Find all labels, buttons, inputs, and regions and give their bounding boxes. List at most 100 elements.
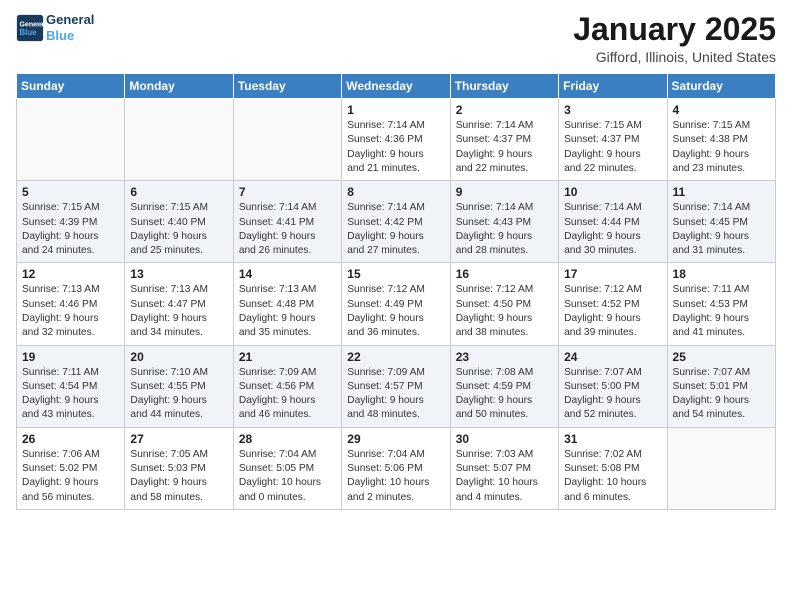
day-number: 28 <box>239 432 336 446</box>
header-day-monday: Monday <box>125 74 233 99</box>
calendar-cell: 3 Sunrise: 7:15 AMSunset: 4:37 PMDaylight… <box>559 99 667 181</box>
day-number: 27 <box>130 432 227 446</box>
calendar-subtitle: Gifford, Illinois, United States <box>573 49 776 65</box>
calendar-cell: 7 Sunrise: 7:14 AMSunset: 4:41 PMDaylight… <box>233 181 341 263</box>
header-day-tuesday: Tuesday <box>233 74 341 99</box>
day-number: 3 <box>564 103 661 117</box>
day-info: Sunrise: 7:14 AMSunset: 4:41 PMDaylight:… <box>239 201 336 258</box>
day-number: 9 <box>456 185 553 199</box>
day-number: 30 <box>456 432 553 446</box>
day-info: Sunrise: 7:15 AMSunset: 4:40 PMDaylight:… <box>130 201 227 258</box>
calendar-cell: 15 Sunrise: 7:12 AMSunset: 4:49 PMDayligh… <box>342 263 450 345</box>
calendar-cell: 1Sunrise: 7:14 AMSunset: 4:36 PMDaylight… <box>342 99 450 181</box>
day-number: 29 <box>347 432 444 446</box>
logo-line1: General <box>46 12 94 28</box>
day-number: 25 <box>673 350 770 364</box>
header-day-saturday: Saturday <box>667 74 775 99</box>
day-number: 18 <box>673 267 770 281</box>
day-number: 1 <box>347 103 444 117</box>
logo-icon: General Blue <box>16 14 44 42</box>
day-number: 15 <box>347 267 444 281</box>
calendar-cell: 26 Sunrise: 7:06 AMSunset: 5:02 PMDayligh… <box>17 427 125 509</box>
calendar-cell: 27Sunrise: 7:05 AMSunset: 5:03 PMDayligh… <box>125 427 233 509</box>
day-number: 12 <box>22 267 119 281</box>
day-info: Sunrise: 7:06 AMSunset: 5:02 PMDaylight:… <box>22 448 119 505</box>
calendar-cell: 29 Sunrise: 7:04 AMSunset: 5:06 PMDayligh… <box>342 427 450 509</box>
header: General Blue General Blue January 2025 G… <box>16 12 776 65</box>
calendar-cell: 11 Sunrise: 7:14 AMSunset: 4:45 PMDayligh… <box>667 181 775 263</box>
day-number: 11 <box>673 185 770 199</box>
calendar-cell: 6 Sunrise: 7:15 AMSunset: 4:40 PMDaylight… <box>125 181 233 263</box>
day-info: Sunrise: 7:14 AMSunset: 4:45 PMDaylight:… <box>673 201 770 258</box>
calendar-cell: 31Sunrise: 7:02 AMSunset: 5:08 PMDayligh… <box>559 427 667 509</box>
header-day-wednesday: Wednesday <box>342 74 450 99</box>
day-number: 2 <box>456 103 553 117</box>
calendar-cell <box>667 427 775 509</box>
header-day-sunday: Sunday <box>17 74 125 99</box>
day-info: Sunrise: 7:04 AMSunset: 5:05 PMDaylight:… <box>239 448 336 505</box>
day-info: Sunrise: 7:03 AMSunset: 5:07 PMDaylight:… <box>456 448 553 505</box>
day-number: 10 <box>564 185 661 199</box>
day-number: 7 <box>239 185 336 199</box>
calendar-cell: 17 Sunrise: 7:12 AMSunset: 4:52 PMDayligh… <box>559 263 667 345</box>
day-number: 5 <box>22 185 119 199</box>
day-number: 22 <box>347 350 444 364</box>
calendar-cell <box>17 99 125 181</box>
day-info: Sunrise: 7:11 AMSunset: 4:53 PMDaylight:… <box>673 283 770 340</box>
calendar-cell: 21Sunrise: 7:09 AMSunset: 4:56 PMDayligh… <box>233 345 341 427</box>
day-number: 24 <box>564 350 661 364</box>
day-number: 31 <box>564 432 661 446</box>
header-day-thursday: Thursday <box>450 74 558 99</box>
calendar-cell <box>233 99 341 181</box>
calendar-cell: 8 Sunrise: 7:14 AMSunset: 4:42 PMDaylight… <box>342 181 450 263</box>
calendar-body: 1Sunrise: 7:14 AMSunset: 4:36 PMDaylight… <box>17 99 776 510</box>
day-info: Sunrise: 7:13 AMSunset: 4:48 PMDaylight:… <box>239 283 336 340</box>
calendar-cell: 5 Sunrise: 7:15 AMSunset: 4:39 PMDaylight… <box>17 181 125 263</box>
calendar-cell: 20 Sunrise: 7:10 AMSunset: 4:55 PMDayligh… <box>125 345 233 427</box>
logo: General Blue General Blue <box>16 12 94 43</box>
day-number: 26 <box>22 432 119 446</box>
day-info: Sunrise: 7:07 AMSunset: 5:00 PMDaylight:… <box>564 366 661 423</box>
week-row-2: 5 Sunrise: 7:15 AMSunset: 4:39 PMDaylight… <box>17 181 776 263</box>
calendar-cell: 2 Sunrise: 7:14 AMSunset: 4:37 PMDaylight… <box>450 99 558 181</box>
day-info: Sunrise: 7:08 AMSunset: 4:59 PMDaylight:… <box>456 366 553 423</box>
day-number: 16 <box>456 267 553 281</box>
header-row: SundayMondayTuesdayWednesdayThursdayFrid… <box>17 74 776 99</box>
week-row-1: 1Sunrise: 7:14 AMSunset: 4:36 PMDaylight… <box>17 99 776 181</box>
day-info: Sunrise: 7:14 AMSunset: 4:42 PMDaylight:… <box>347 201 444 258</box>
day-number: 8 <box>347 185 444 199</box>
calendar-cell: 23 Sunrise: 7:08 AMSunset: 4:59 PMDayligh… <box>450 345 558 427</box>
calendar-cell: 18 Sunrise: 7:11 AMSunset: 4:53 PMDayligh… <box>667 263 775 345</box>
calendar-cell: 13Sunrise: 7:13 AMSunset: 4:47 PMDayligh… <box>125 263 233 345</box>
day-info: Sunrise: 7:13 AMSunset: 4:47 PMDaylight:… <box>130 283 227 340</box>
calendar-header: SundayMondayTuesdayWednesdayThursdayFrid… <box>17 74 776 99</box>
day-number: 6 <box>130 185 227 199</box>
day-number: 23 <box>456 350 553 364</box>
day-info: Sunrise: 7:12 AMSunset: 4:49 PMDaylight:… <box>347 283 444 340</box>
day-number: 17 <box>564 267 661 281</box>
calendar-cell: 22Sunrise: 7:09 AMSunset: 4:57 PMDayligh… <box>342 345 450 427</box>
calendar-title: January 2025 <box>573 12 776 47</box>
day-info: Sunrise: 7:14 AMSunset: 4:44 PMDaylight:… <box>564 201 661 258</box>
day-info: Sunrise: 7:12 AMSunset: 4:52 PMDaylight:… <box>564 283 661 340</box>
day-number: 4 <box>673 103 770 117</box>
calendar-cell: 25Sunrise: 7:07 AMSunset: 5:01 PMDayligh… <box>667 345 775 427</box>
day-info: Sunrise: 7:15 AMSunset: 4:39 PMDaylight:… <box>22 201 119 258</box>
day-info: Sunrise: 7:14 AMSunset: 4:37 PMDaylight:… <box>456 119 553 176</box>
day-info: Sunrise: 7:15 AMSunset: 4:37 PMDaylight:… <box>564 119 661 176</box>
day-info: Sunrise: 7:10 AMSunset: 4:55 PMDaylight:… <box>130 366 227 423</box>
week-row-3: 12Sunrise: 7:13 AMSunset: 4:46 PMDayligh… <box>17 263 776 345</box>
day-info: Sunrise: 7:04 AMSunset: 5:06 PMDaylight:… <box>347 448 444 505</box>
calendar-cell: 10 Sunrise: 7:14 AMSunset: 4:44 PMDayligh… <box>559 181 667 263</box>
svg-text:Blue: Blue <box>20 28 38 37</box>
week-row-4: 19Sunrise: 7:11 AMSunset: 4:54 PMDayligh… <box>17 345 776 427</box>
calendar-cell: 12Sunrise: 7:13 AMSunset: 4:46 PMDayligh… <box>17 263 125 345</box>
calendar-cell: 30 Sunrise: 7:03 AMSunset: 5:07 PMDayligh… <box>450 427 558 509</box>
day-number: 19 <box>22 350 119 364</box>
logo-line2: Blue <box>46 28 94 44</box>
day-number: 14 <box>239 267 336 281</box>
calendar-cell: 16Sunrise: 7:12 AMSunset: 4:50 PMDayligh… <box>450 263 558 345</box>
week-row-5: 26 Sunrise: 7:06 AMSunset: 5:02 PMDayligh… <box>17 427 776 509</box>
day-number: 20 <box>130 350 227 364</box>
header-day-friday: Friday <box>559 74 667 99</box>
